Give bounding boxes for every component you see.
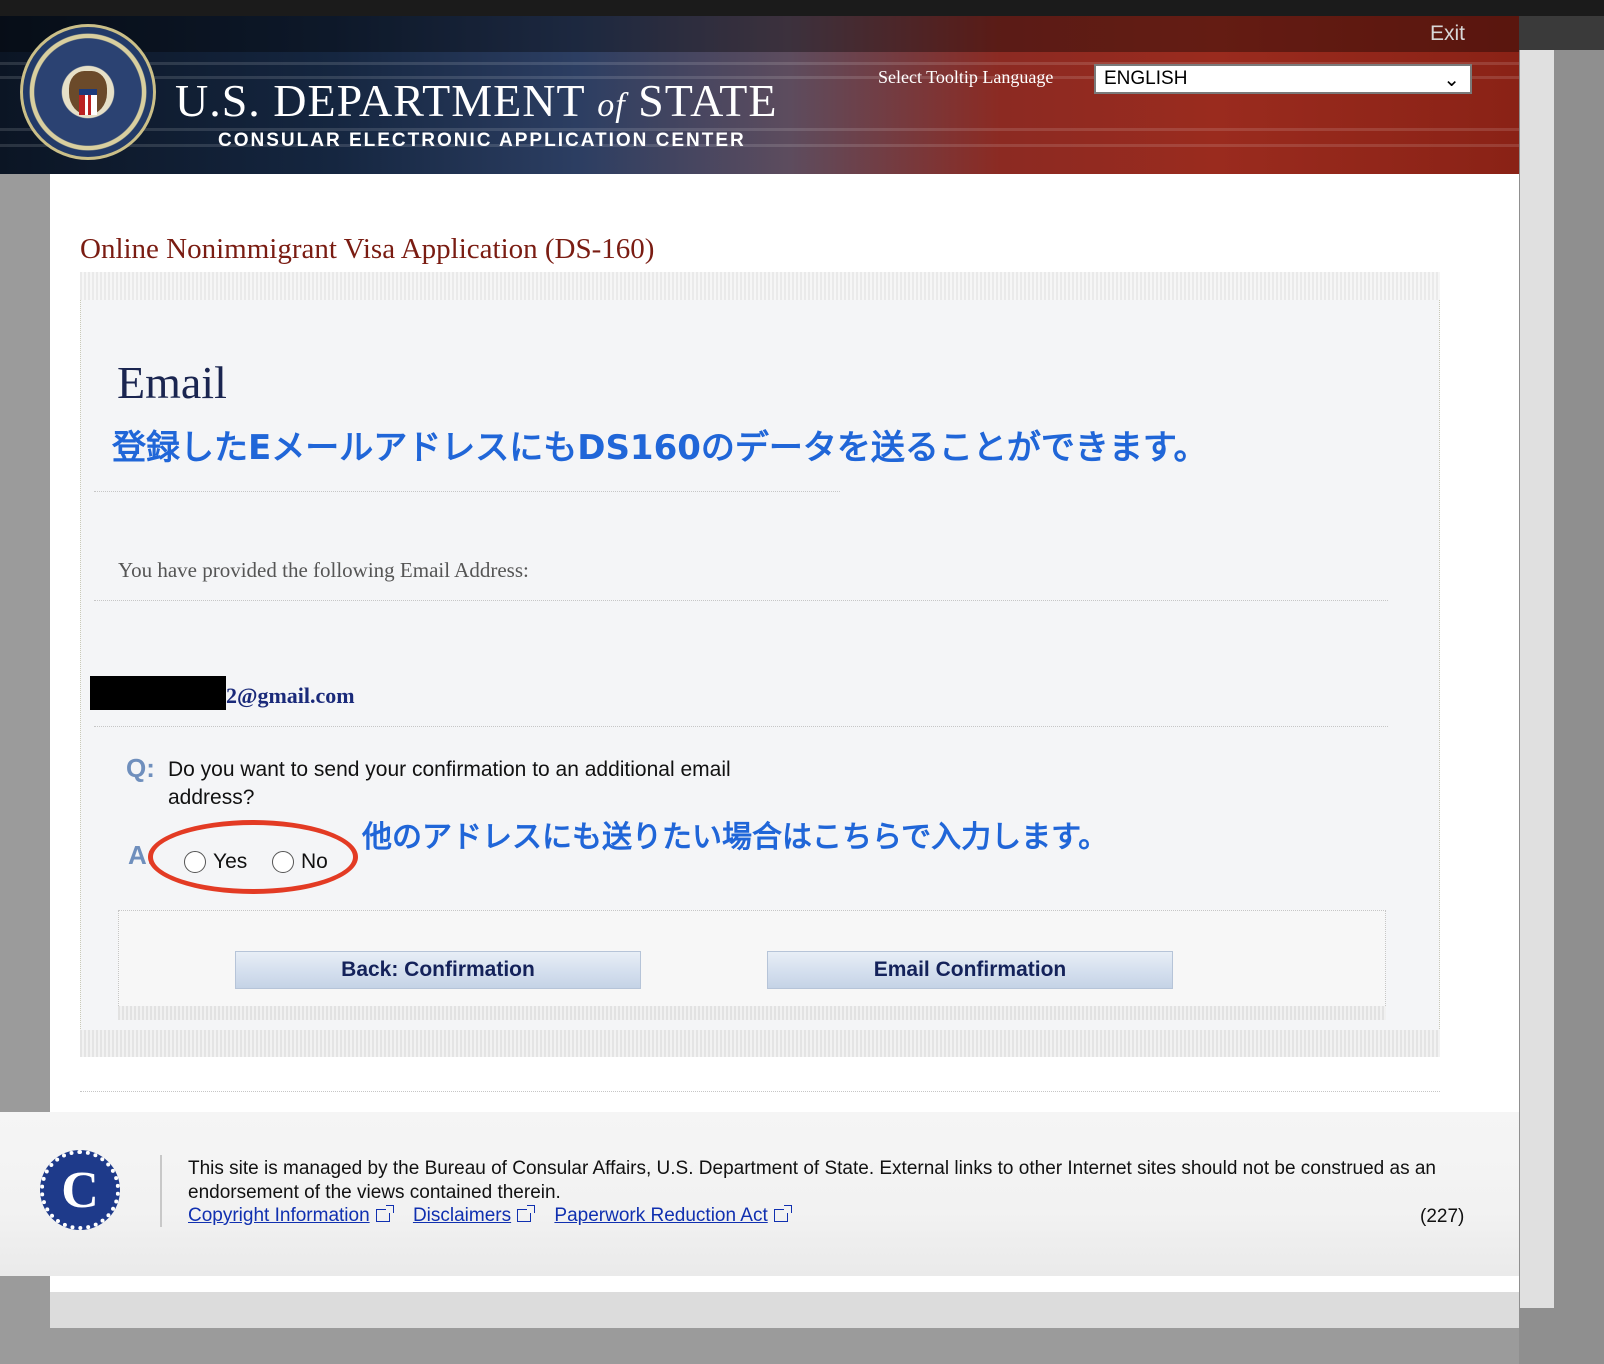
redaction-block — [90, 676, 226, 710]
paperwork-reduction-link[interactable]: Paperwork Reduction Act — [554, 1205, 792, 1226]
dept-title-part1: U.S. DEPARTMENT — [175, 75, 585, 126]
disclaimers-link-label: Disclaimers — [412, 1205, 512, 1226]
shield-icon — [79, 89, 97, 115]
external-link-icon — [773, 1205, 792, 1222]
state-department-seal-icon — [20, 24, 156, 160]
external-link-icon — [375, 1205, 394, 1222]
department-title: U.S. DEPARTMENT of STATE — [175, 74, 778, 127]
window-top-strip — [0, 0, 1604, 16]
back-confirmation-button[interactable]: Back: Confirmation — [235, 951, 641, 989]
divider — [80, 1091, 1440, 1092]
page-number: (227) — [1420, 1206, 1465, 1227]
copyright-link[interactable]: Copyright Information — [188, 1205, 394, 1226]
footer-divider — [160, 1155, 162, 1227]
question-text: Do you want to send your confirmation to… — [168, 758, 731, 809]
disclaimers-link[interactable]: Disclaimers — [412, 1205, 536, 1226]
department-subtitle: CONSULAR ELECTRONIC APPLICATION CENTER — [218, 130, 746, 151]
page-title: Online Nonimmigrant Visa Application (DS… — [80, 233, 655, 265]
logo-letter: C — [61, 1161, 99, 1219]
section-heading: Email — [117, 357, 227, 408]
panel-bottom-fringe — [80, 1030, 1440, 1057]
footer-managed-text: This site is managed by the Bureau of Co… — [188, 1158, 1436, 1203]
divider — [94, 491, 840, 492]
external-link-icon — [517, 1205, 536, 1222]
exit-link[interactable]: Exit — [1430, 22, 1465, 46]
consular-affairs-logo-icon: C — [40, 1150, 120, 1230]
paperwork-link-label: Paperwork Reduction Act — [554, 1205, 768, 1226]
copyright-link-label: Copyright Information — [188, 1205, 370, 1226]
annotation-top: 登録したEメールアドレスにもDS160のデータを送ることができます。 — [112, 428, 1208, 468]
footer-links: Copyright Information Disclaimers Paperw… — [188, 1205, 806, 1227]
annotation-bottom: 他のアドレスにも送りたい場合はこちらで入力します。 — [362, 820, 1109, 855]
page-bottom-edge — [50, 1292, 1519, 1328]
dept-title-part2: STATE — [638, 75, 778, 126]
divider — [94, 726, 1388, 727]
tooltip-language-label: Select Tooltip Language — [878, 67, 1054, 87]
dept-title-of: of — [597, 87, 626, 124]
tooltip-language-value: ENGLISH — [1104, 68, 1188, 89]
top-nav-bar — [0, 16, 1519, 52]
button-area-fringe — [118, 1006, 1386, 1020]
divider — [94, 600, 1388, 601]
chevron-down-icon: ⌄ — [1443, 69, 1460, 91]
question-label: Q: — [126, 753, 155, 783]
highlight-ellipse — [148, 820, 358, 894]
email-address-value: 2@gmail.com — [226, 683, 355, 708]
provided-email-label: You have provided the following Email Ad… — [118, 558, 529, 582]
tooltip-language-select[interactable]: ENGLISH ⌄ — [1094, 64, 1472, 94]
panel-top-fringe — [80, 272, 1440, 300]
page-right-edge — [1520, 50, 1554, 1308]
email-confirmation-button[interactable]: Email Confirmation — [767, 951, 1173, 989]
